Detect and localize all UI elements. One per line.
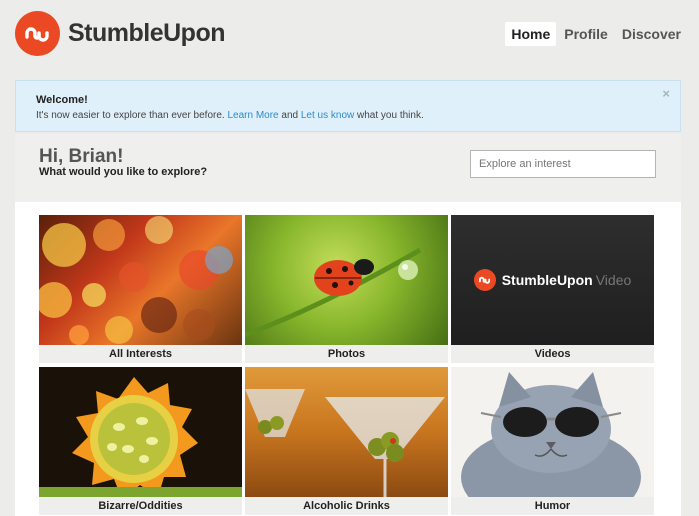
nav-profile[interactable]: Profile: [558, 22, 614, 46]
kiwano-image: [39, 367, 242, 497]
martini-image: [245, 367, 448, 497]
stumbleupon-logo[interactable]: StumbleUpon: [15, 11, 226, 56]
ladybug-image: [245, 215, 448, 345]
tile-label: All Interests: [39, 345, 242, 363]
tile-label: Videos: [451, 345, 654, 363]
top-bar: StumbleUpon Home Profile Discover: [0, 0, 699, 70]
tile-humor[interactable]: Humor: [451, 367, 654, 515]
tile-label: Alcoholic Drinks: [245, 497, 448, 515]
tile-all-interests[interactable]: All Interests: [39, 215, 242, 363]
tile-bizarre-oddities[interactable]: Bizarre/Oddities: [39, 367, 242, 515]
explore-question: What would you like to explore?: [39, 166, 208, 178]
welcome-banner: Welcome! It's now easier to explore than…: [15, 80, 681, 132]
let-us-know-link[interactable]: Let us know: [301, 110, 354, 121]
stumbleupon-logo-icon: [15, 11, 60, 56]
interest-grid: All Interests Photos StumbleUpon Video V…: [15, 202, 681, 516]
tile-photos[interactable]: Photos: [245, 215, 448, 363]
welcome-and: and: [281, 110, 299, 121]
welcome-suffix: what you think.: [357, 110, 424, 121]
nav-home[interactable]: Home: [505, 22, 557, 46]
main-nav: Home Profile Discover: [505, 22, 687, 46]
video-promo-image: StumbleUpon Video: [451, 215, 654, 345]
close-icon[interactable]: ×: [662, 86, 670, 101]
welcome-message: It's now easier to explore than ever bef…: [36, 110, 424, 121]
nav-discover[interactable]: Discover: [616, 22, 687, 46]
video-word: Video: [595, 272, 632, 288]
learn-more-link[interactable]: Learn More: [227, 110, 278, 121]
tile-alcoholic-drinks[interactable]: Alcoholic Drinks: [245, 367, 448, 515]
brand-name: StumbleUpon: [68, 19, 226, 47]
hero-panel: Hi, Brian! What would you like to explor…: [15, 134, 681, 202]
tile-label: Bizarre/Oddities: [39, 497, 242, 515]
greeting: Hi, Brian!: [39, 146, 124, 167]
tile-videos[interactable]: StumbleUpon Video Videos: [451, 215, 654, 363]
tile-label: Humor: [451, 497, 654, 515]
tile-label: Photos: [245, 345, 448, 363]
bokeh-image: [39, 215, 242, 345]
video-brand: StumbleUpon: [501, 272, 593, 288]
explore-interest-input[interactable]: [470, 150, 656, 178]
cat-sunglasses-image: [451, 367, 654, 497]
stumbleupon-logo-icon: [473, 269, 496, 291]
welcome-text: It's now easier to explore than ever bef…: [36, 110, 225, 121]
welcome-title: Welcome!: [36, 94, 88, 106]
